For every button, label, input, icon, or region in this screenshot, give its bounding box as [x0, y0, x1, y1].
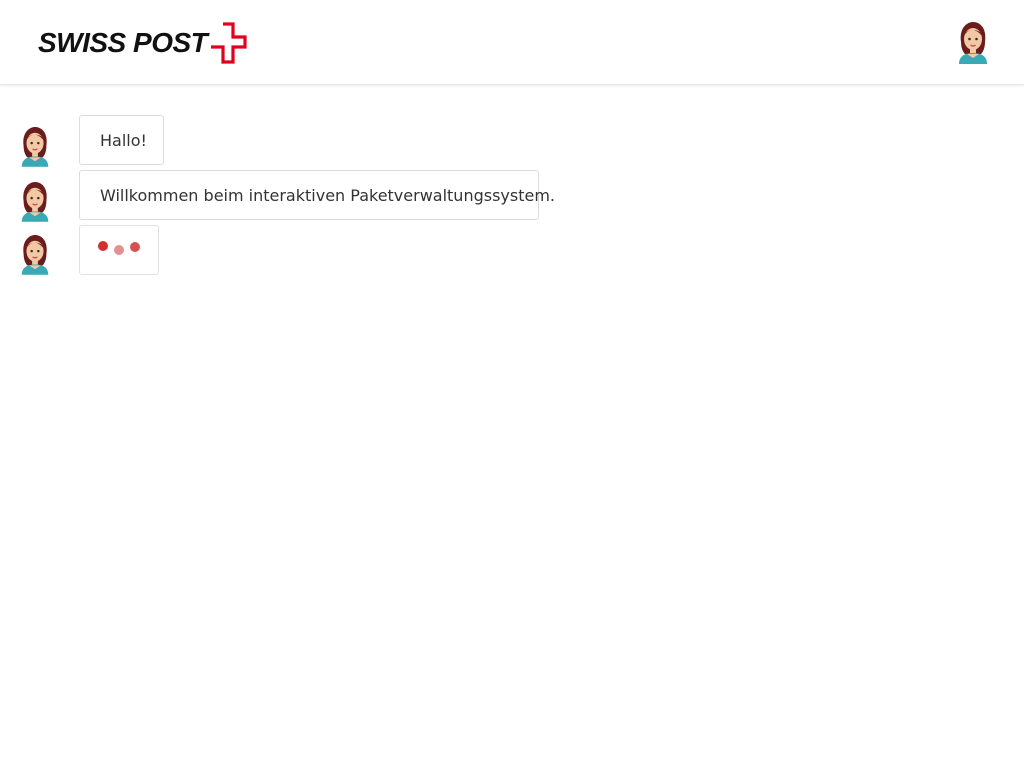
message-text: Willkommen beim interaktiven Paketverwal…: [100, 185, 556, 205]
logo-text: SWISS POST: [38, 27, 208, 58]
typing-dot: [130, 242, 140, 252]
header: SWISS POST: [0, 0, 1024, 85]
typing-indicator: [79, 225, 159, 275]
message-bubble: Hallo!: [79, 115, 164, 165]
assistant-avatar-icon: [16, 233, 54, 275]
typing-dot: [114, 245, 124, 255]
assistant-avatar-icon: [16, 180, 54, 222]
assistant-avatar-icon: [16, 125, 54, 167]
swiss-cross-icon: [211, 22, 247, 64]
typing-dot: [98, 241, 108, 251]
user-avatar-icon[interactable]: [953, 20, 993, 64]
swiss-post-logo[interactable]: SWISS POST: [38, 22, 247, 64]
message-bubble: Willkommen beim interaktiven Paketverwal…: [79, 170, 555, 220]
message-text: Hallo!: [100, 130, 147, 150]
